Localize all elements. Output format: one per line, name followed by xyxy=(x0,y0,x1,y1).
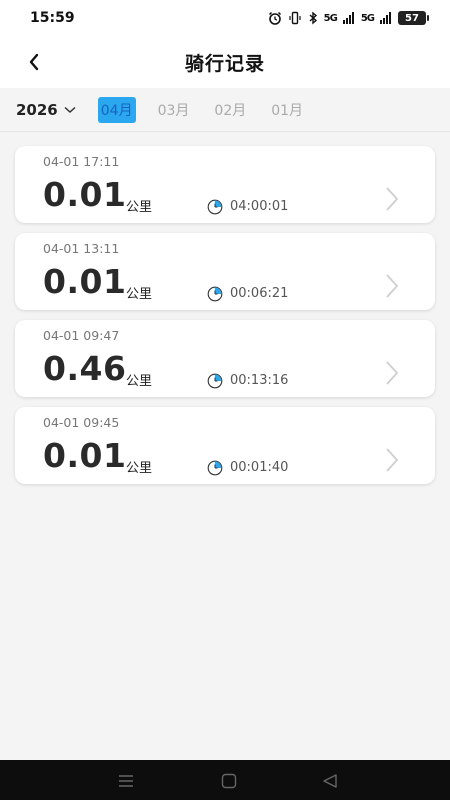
record-unit: 公里 xyxy=(126,287,153,302)
clock-icon xyxy=(207,286,223,302)
back-nav-icon[interactable] xyxy=(322,773,338,789)
header: 骑行记录 xyxy=(0,36,450,88)
ride-record-card[interactable]: 04-01 09:45 0.01 公里 00:01:40 xyxy=(15,407,435,484)
month-tab-03[interactable]: 03月 xyxy=(155,97,193,123)
back-button[interactable] xyxy=(22,50,46,74)
system-nav-bar xyxy=(0,760,450,800)
status-time: 15:59 xyxy=(30,10,75,26)
record-unit: 公里 xyxy=(126,374,153,389)
record-duration: 00:01:40 xyxy=(230,460,289,475)
month-tab-01[interactable]: 01月 xyxy=(268,97,306,123)
record-distance: 0.46 xyxy=(43,349,127,388)
signal-2-label: 5G xyxy=(360,12,375,24)
chevron-right-icon xyxy=(386,187,399,211)
record-duration: 04:00:01 xyxy=(230,199,289,214)
month-tab-02[interactable]: 02月 xyxy=(211,97,249,123)
record-datetime: 04-01 17:11 xyxy=(43,154,120,169)
chevron-down-icon xyxy=(64,106,76,113)
status-bar: 15:59 5G 5G 57 xyxy=(0,0,450,36)
record-datetime: 04-01 09:45 xyxy=(43,415,120,430)
chevron-right-icon xyxy=(386,448,399,472)
record-unit: 公里 xyxy=(126,461,153,476)
bluetooth-icon xyxy=(309,11,317,25)
record-unit: 公里 xyxy=(126,200,153,215)
alarm-icon xyxy=(268,11,281,25)
signal-1-icon xyxy=(342,12,354,24)
ride-record-list: 04-01 17:11 0.01 公里 04:00:01 04-01 13:11… xyxy=(15,146,435,494)
record-distance: 0.01 xyxy=(43,436,127,475)
menu-icon[interactable] xyxy=(118,773,134,789)
record-distance: 0.01 xyxy=(43,262,127,301)
record-distance: 0.01 xyxy=(43,175,127,214)
record-duration: 00:06:21 xyxy=(230,286,289,301)
filter-bar: 2026 04月 03月 02月 01月 xyxy=(0,88,450,132)
ride-record-card[interactable]: 04-01 17:11 0.01 公里 04:00:01 xyxy=(15,146,435,223)
vibrate-icon xyxy=(289,11,301,25)
chevron-right-icon xyxy=(386,361,399,385)
ride-record-card[interactable]: 04-01 13:11 0.01 公里 00:06:21 xyxy=(15,233,435,310)
year-label: 2026 xyxy=(16,100,58,119)
record-duration: 00:13:16 xyxy=(230,373,289,388)
ride-record-card[interactable]: 04-01 09:47 0.46 公里 00:13:16 xyxy=(15,320,435,397)
signal-1-label: 5G xyxy=(323,12,338,24)
month-tab-04[interactable]: 04月 xyxy=(97,96,136,123)
clock-icon xyxy=(207,373,223,389)
clock-icon xyxy=(207,199,223,215)
year-dropdown[interactable]: 2026 xyxy=(16,101,76,119)
page-title: 骑行记录 xyxy=(184,52,265,75)
clock-icon xyxy=(207,460,223,476)
battery-icon: 57 xyxy=(398,11,429,25)
chevron-left-icon xyxy=(29,53,39,71)
record-datetime: 04-01 09:47 xyxy=(43,328,120,343)
home-icon[interactable] xyxy=(221,773,237,789)
chevron-right-icon xyxy=(386,274,399,298)
record-datetime: 04-01 13:11 xyxy=(43,241,120,256)
status-icons: 5G 5G 57 xyxy=(268,11,429,25)
signal-2-icon xyxy=(380,12,391,24)
